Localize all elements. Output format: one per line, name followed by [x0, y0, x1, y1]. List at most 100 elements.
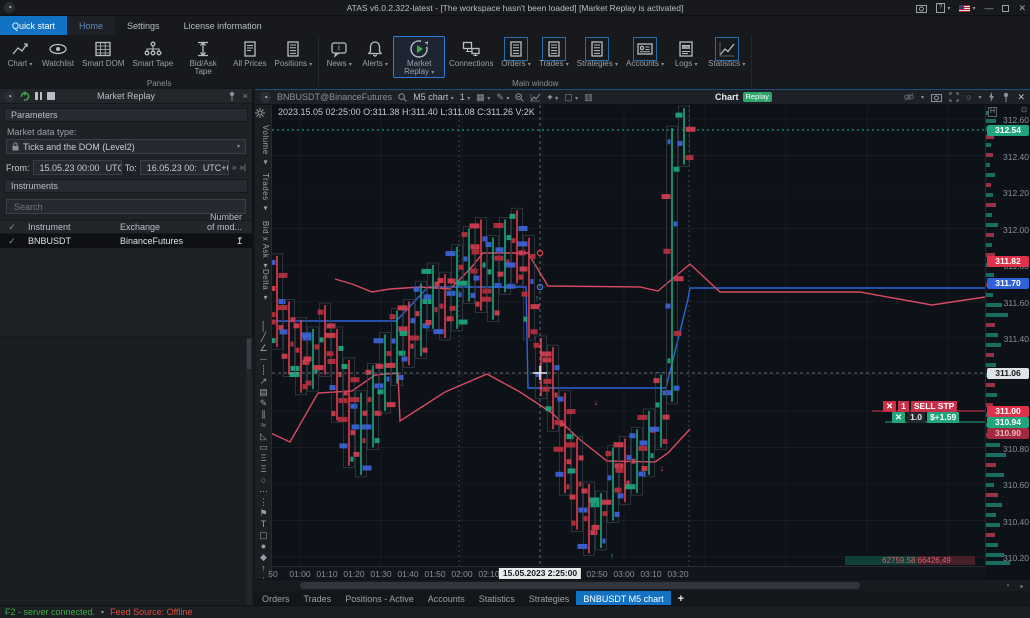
- scroll-box-icon[interactable]: ▪: [1004, 583, 1012, 589]
- vertical-scrollbar[interactable]: [246, 337, 252, 618]
- drawing-tool-15[interactable]: ⋯: [255, 486, 272, 496]
- pause-icon[interactable]: [35, 92, 42, 100]
- drawing-tool-17[interactable]: ⚑: [255, 508, 272, 518]
- order-qty[interactable]: 1: [898, 401, 909, 412]
- bottom-tab-trades[interactable]: Trades: [297, 591, 339, 606]
- drawing-tool-21[interactable]: ◆: [255, 552, 272, 562]
- chart-symbol[interactable]: BNBUSDT@BinanceFutures: [277, 92, 392, 102]
- candle[interactable]: [578, 482, 600, 555]
- chart-horizontal-scrollbar[interactable]: ▪ ▸: [255, 579, 1030, 591]
- ribbon-button-watchlist[interactable]: Watchlist: [38, 36, 78, 78]
- ribbon-button-all-prices[interactable]: All Prices: [229, 36, 270, 78]
- ribbon-button-market-replay[interactable]: Market Replay ▾: [393, 36, 445, 78]
- position-label[interactable]: ✕ 1.0 $+1.59: [892, 412, 959, 423]
- market-data-type-dropdown[interactable]: Ticks and the DOM (Level2) ▾: [6, 139, 246, 154]
- candle[interactable]: [638, 409, 656, 477]
- close-position-icon[interactable]: ✕: [892, 412, 905, 423]
- ribbon-tab-license-information[interactable]: License information: [172, 16, 274, 35]
- gear-icon[interactable]: [255, 108, 272, 118]
- indicator-icon[interactable]: [530, 93, 541, 102]
- bottom-tab-active-chart[interactable]: BNBUSDT M5 chart: [576, 591, 670, 606]
- ribbon-button-smart-tape[interactable]: Smart Tape: [128, 36, 177, 78]
- scroll-right-icon[interactable]: ▸: [1018, 583, 1026, 590]
- ribbon-button-bid-ask-tape[interactable]: Bid/Ask Tape: [177, 36, 229, 78]
- drawing-tool-9[interactable]: ≈: [255, 420, 272, 430]
- ribbon-button-strategies[interactable]: Strategies ▾: [573, 36, 622, 78]
- drawing-tool-11[interactable]: ▭: [255, 442, 272, 452]
- flash-icon[interactable]: [988, 92, 995, 102]
- symbol-search-icon[interactable]: [398, 93, 407, 102]
- drawing-tool-13[interactable]: Ξ: [255, 464, 272, 474]
- time-axis[interactable]: 5001:0001:1001:2001:3001:4001:5002:0002:…: [272, 566, 985, 579]
- theme-circle-icon[interactable]: ○: [966, 92, 971, 102]
- drawing-tool-20[interactable]: ●: [255, 541, 272, 551]
- col-instrument[interactable]: Instrument: [24, 222, 116, 232]
- help-icon[interactable]: ?▾: [936, 3, 951, 13]
- bottom-tab-accounts[interactable]: Accounts: [421, 591, 472, 606]
- drawing-tool-18[interactable]: T: [255, 519, 272, 529]
- drawing-tool-8[interactable]: ∥: [255, 409, 272, 419]
- link-dropdown-icon[interactable]: ▾: [921, 94, 924, 101]
- candle[interactable]: [314, 303, 336, 376]
- drawing-tool-2[interactable]: ∠: [255, 343, 272, 353]
- chart-panel-label-delta[interactable]: Delta ▾: [258, 269, 270, 302]
- screenshot-icon[interactable]: [916, 4, 927, 13]
- check-icon[interactable]: ✓: [0, 222, 24, 233]
- to-date-field[interactable]: 16.05.23 00: UTC+0: [140, 160, 229, 175]
- ribbon-button-positions[interactable]: Positions ▾: [271, 36, 317, 78]
- panels-grid-icon[interactable]: ▦ ▾: [476, 92, 490, 103]
- ribbon-button-logs[interactable]: LOGLogs ▾: [668, 36, 704, 78]
- drawing-tool-10[interactable]: ◺: [255, 431, 272, 441]
- theme-dropdown-icon[interactable]: ▾: [978, 94, 981, 101]
- add-tab-button[interactable]: +: [671, 591, 691, 606]
- ribbon-button-chart[interactable]: Chart ▾: [2, 36, 38, 78]
- zoom-icon[interactable]: [515, 93, 524, 102]
- drawing-tool-7[interactable]: ✎: [255, 398, 272, 408]
- bottom-tab-positions-active[interactable]: Positions - Active: [338, 591, 421, 606]
- layout-icon[interactable]: ▢ ▾: [564, 92, 578, 103]
- fullscreen-icon[interactable]: [949, 92, 959, 102]
- step-forward-icon[interactable]: »: [232, 163, 236, 172]
- scrollbar-thumb[interactable]: [300, 582, 860, 589]
- drawing-tool-16[interactable]: ⋮: [255, 497, 272, 507]
- ribbon-button-orders[interactable]: Orders ▾: [497, 36, 535, 78]
- candle[interactable]: [614, 436, 632, 504]
- instrument-row[interactable]: ✓ BNBUSDT BinanceFutures 1: [0, 234, 252, 248]
- ribbon-button-alerts[interactable]: Alerts ▾: [357, 36, 393, 78]
- chart-panel-label-bid-x-ask[interactable]: Bid x Ask ▾: [258, 221, 270, 271]
- language-flag-icon[interactable]: ▾: [959, 5, 975, 12]
- bottom-tab-statistics[interactable]: Statistics: [472, 591, 522, 606]
- from-date-field[interactable]: 15.05.23 00:00 UTC+0: [33, 160, 122, 175]
- row-check-icon[interactable]: ✓: [0, 236, 24, 247]
- col-exchange[interactable]: Exchange: [116, 222, 202, 232]
- drawing-tool-6[interactable]: ▤: [255, 387, 272, 397]
- ribbon-tab-settings[interactable]: Settings: [115, 16, 172, 35]
- drawing-tool-19[interactable]: ▢: [255, 530, 272, 540]
- ribbon-button-connections[interactable]: Connections: [445, 36, 497, 78]
- drawing-tool-0[interactable]: │: [255, 321, 272, 331]
- search-input[interactable]: [12, 201, 240, 213]
- bottom-tab-strategies[interactable]: Strategies: [522, 591, 577, 606]
- cancel-order-icon[interactable]: ✕: [883, 401, 896, 412]
- add-icon[interactable]: + ▾: [547, 92, 558, 102]
- parameters-section-header[interactable]: Parameters: [4, 108, 248, 122]
- drawing-tool-4[interactable]: ┊: [255, 365, 272, 375]
- power-icon[interactable]: [20, 91, 30, 101]
- dom-columns-icon[interactable]: ▥: [584, 92, 593, 103]
- close-chart-icon[interactable]: ✕: [1017, 92, 1025, 103]
- price-axis[interactable]: H ⊡ 312.60312.40312.20312.00311.80311.60…: [985, 105, 1030, 566]
- close-icon[interactable]: ✕: [1018, 3, 1026, 14]
- instruments-table-header[interactable]: ✓ Instrument Exchange Number of mod... ▾: [0, 220, 252, 234]
- ribbon-button-smart-dom[interactable]: Smart DOM: [78, 36, 128, 78]
- status-dropdown-icon[interactable]: ▾: [101, 609, 104, 616]
- price-chart-plot[interactable]: ↑↑↓↑↓: [272, 105, 985, 566]
- sell-stop-order-label[interactable]: ✕ 1 SELL STP: [883, 401, 957, 412]
- restore-icon[interactable]: [1002, 5, 1009, 12]
- drawing-tool-1[interactable]: ╱: [255, 332, 272, 342]
- axis-settings-icon[interactable]: ⊡: [1020, 107, 1028, 115]
- timeframe-dropdown[interactable]: M5 chart ▾: [413, 92, 454, 102]
- candle[interactable]: [302, 327, 320, 391]
- pin-icon[interactable]: [1002, 92, 1010, 102]
- ribbon-tab-home[interactable]: Home: [67, 16, 115, 35]
- candle[interactable]: [362, 363, 384, 449]
